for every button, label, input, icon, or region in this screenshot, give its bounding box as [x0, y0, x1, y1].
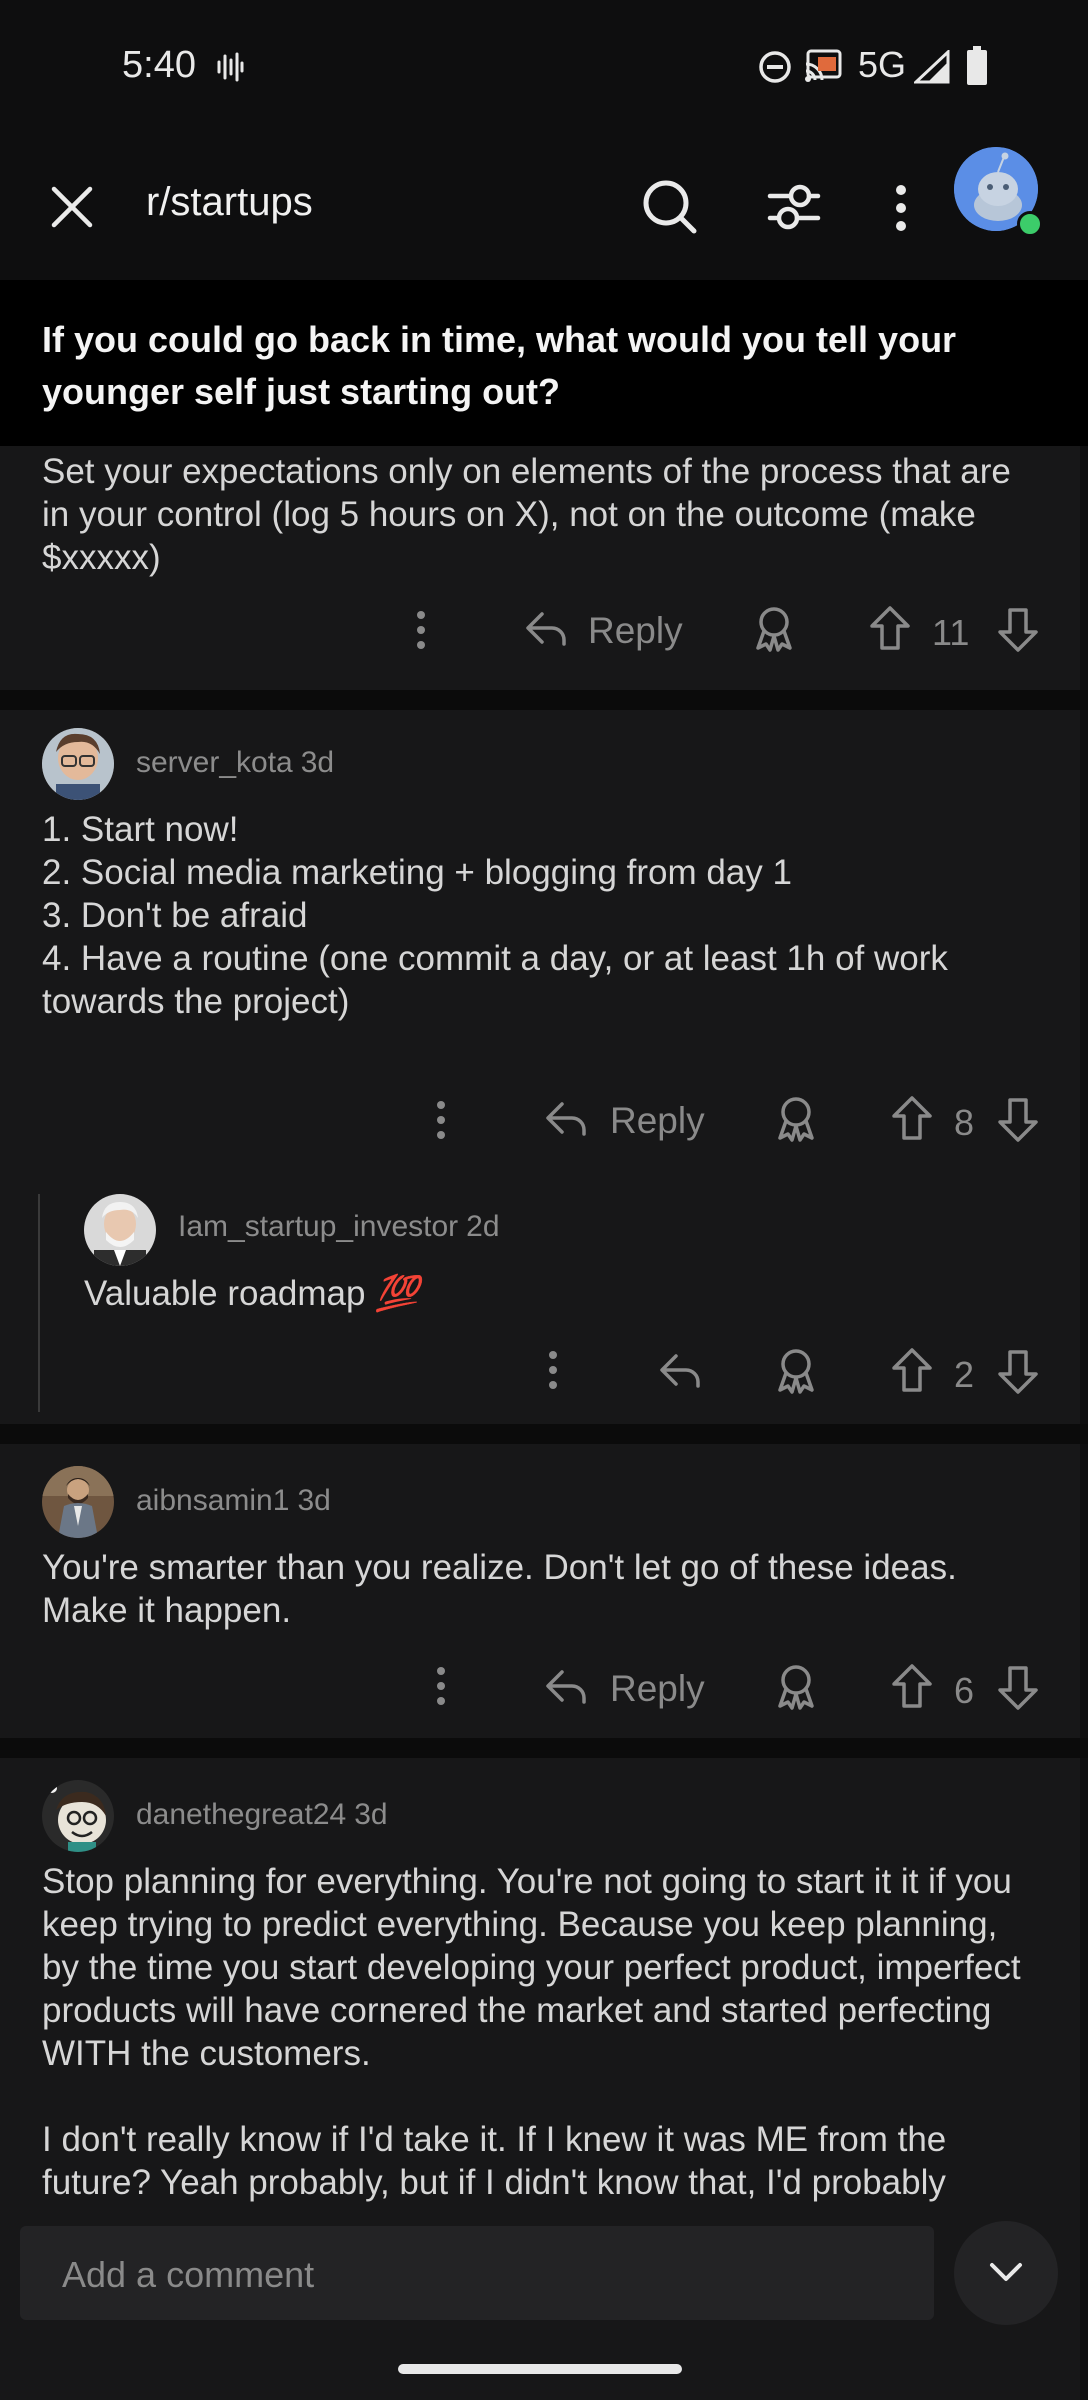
cast-icon [804, 48, 844, 84]
add-comment-input[interactable]: Add a comment [20, 2226, 934, 2320]
battery-icon [966, 46, 988, 86]
vote-score: 2 [954, 1354, 975, 1395]
vote-score: 8 [954, 1102, 975, 1143]
avatar[interactable] [42, 728, 114, 800]
reply-arrow-icon[interactable] [544, 1098, 588, 1138]
more-options-icon[interactable] [406, 608, 436, 652]
comment-age: 3d [297, 1484, 331, 1517]
comment-age: 3d [300, 746, 335, 779]
audio-waveform-icon [216, 52, 244, 82]
downvote-icon[interactable] [996, 1096, 1040, 1144]
sort-filter-icon[interactable] [766, 179, 822, 235]
comment-paragraph: Stop planning for everything. You're not… [42, 1862, 1021, 2073]
comment-paragraph: I don't really know if I'd take it. If I… [42, 2120, 947, 2202]
author-name[interactable]: aibnsamin1 [136, 1484, 289, 1517]
more-options-icon[interactable] [426, 1664, 456, 1708]
author-name[interactable]: Iam_startup_investor [178, 1210, 458, 1243]
post-title: If you could go back in time, what would… [0, 280, 1088, 446]
do-not-disturb-icon [758, 50, 792, 84]
online-status-dot [1017, 211, 1043, 237]
avatar[interactable] [84, 1194, 156, 1266]
author-name[interactable]: server_kota [136, 746, 293, 779]
comment-author-meta: server_kota 3d [136, 746, 334, 780]
more-options-icon[interactable] [888, 183, 914, 233]
award-icon[interactable] [774, 1346, 818, 1394]
comment-card: Set your expectations only on elements o… [0, 446, 1080, 690]
reply-arrow-icon[interactable] [658, 1350, 702, 1390]
comment-author-meta: aibnsamin1 3d [136, 1484, 331, 1518]
comment-line: 1. Start now! [42, 810, 239, 849]
signal-icon [914, 50, 950, 84]
award-icon[interactable] [774, 1094, 818, 1142]
network-label: 5G [858, 44, 907, 85]
reply-arrow-icon[interactable] [544, 1666, 588, 1706]
more-options-icon[interactable] [426, 1098, 456, 1142]
upvote-icon[interactable] [868, 604, 912, 652]
scroll-down-button[interactable] [954, 2221, 1058, 2325]
comment-line: 4. Have a routine (one commit a day, or … [42, 939, 948, 1021]
comment-body: Set your expectations only on elements o… [42, 452, 1011, 577]
comment-author-meta: Iam_startup_investor 2d [178, 1210, 500, 1244]
reply-button[interactable]: Reply [588, 610, 683, 652]
status-bar: 5:40 5G [0, 0, 1088, 135]
comment-card: server_kota 3d 1. Start now! 2. Social me… [0, 710, 1080, 1424]
reply-button[interactable]: Reply [610, 1100, 705, 1142]
app-header: r/startups [0, 135, 1088, 280]
thread-line[interactable] [38, 1194, 40, 1412]
avatar[interactable] [42, 1466, 114, 1538]
comment-separator [0, 1424, 1088, 1444]
vote-score: 6 [954, 1670, 975, 1711]
chevron-down-icon [986, 2255, 1026, 2291]
comment-author-meta: danethegreat24 3d [136, 1798, 388, 1832]
comment-age: 3d [354, 1798, 388, 1831]
status-time: 5:40 [122, 44, 196, 86]
comment-text: Valuable roadmap [84, 1274, 366, 1313]
reply-button[interactable]: Reply [610, 1668, 705, 1710]
home-indicator[interactable] [398, 2364, 682, 2374]
comment-line: 2. Social media marketing + blogging fro… [42, 853, 792, 892]
comment-card: aibnsamin1 3d You're smarter than you rea… [0, 1444, 1080, 1738]
downvote-icon[interactable] [996, 1348, 1040, 1396]
subreddit-title[interactable]: r/startups [146, 180, 313, 225]
more-options-icon[interactable] [538, 1348, 568, 1392]
award-icon[interactable] [752, 604, 796, 652]
upvote-icon[interactable] [890, 1346, 934, 1394]
upvote-icon[interactable] [890, 1662, 934, 1710]
comment-age: 2d [466, 1210, 500, 1243]
downvote-icon[interactable] [996, 1664, 1040, 1712]
award-icon[interactable] [774, 1662, 818, 1710]
comment-body: You're smarter than you realize. Don't l… [42, 1548, 957, 1630]
comment-body: 1. Start now! 2. Social media marketing … [42, 808, 1042, 1023]
hundred-emoji: 💯 [375, 1274, 419, 1313]
comment-line: 3. Don't be afraid [42, 896, 308, 935]
comment-body: Valuable roadmap 💯 [84, 1272, 419, 1315]
comment-separator [0, 1738, 1088, 1758]
search-icon[interactable] [640, 177, 700, 237]
close-icon[interactable] [46, 181, 98, 233]
reply-arrow-icon[interactable] [524, 608, 568, 648]
upvote-icon[interactable] [890, 1094, 934, 1142]
vote-score: 11 [932, 612, 970, 653]
avatar[interactable] [42, 1780, 114, 1852]
comment-body: Stop planning for everything. You're not… [42, 1860, 1042, 2204]
downvote-icon[interactable] [996, 606, 1040, 654]
comment-separator [0, 690, 1088, 710]
author-name[interactable]: danethegreat24 [136, 1798, 346, 1831]
